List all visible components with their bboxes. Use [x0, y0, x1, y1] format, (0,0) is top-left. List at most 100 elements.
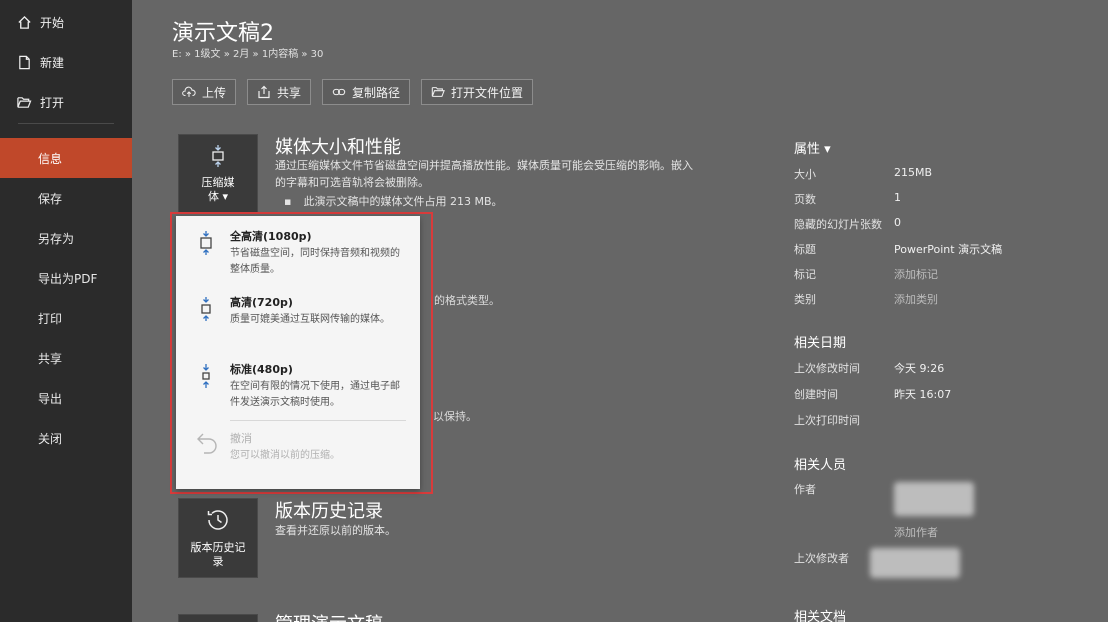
menu-item-full-hd[interactable]: 全高清(1080p) 节省磁盘空间，同时保持音频和视频的整体质量。	[176, 220, 420, 286]
menu-item-standard[interactable]: 标准(480p) 在空间有限的情况下使用，通过电子邮件发送演示文稿时使用。	[176, 353, 420, 419]
add-author-link[interactable]: 添加作者	[894, 524, 938, 540]
property-label: 标题	[794, 243, 816, 256]
upload-label: 上传	[202, 85, 227, 100]
sidebar-item-export[interactable]: 导出	[0, 378, 132, 418]
sidebar-item-label: 关闭	[38, 431, 63, 446]
property-label: 类别	[794, 293, 816, 306]
date-row: 创建时间 昨天 16:07	[794, 386, 1094, 406]
home-icon	[16, 14, 32, 30]
page-title: 演示文稿2	[172, 21, 274, 46]
share-label: 共享	[277, 85, 302, 100]
compress-media-button[interactable]: 压缩媒 体 ▾	[178, 134, 258, 214]
property-label: 页数	[794, 193, 816, 206]
cloud-upload-icon	[182, 85, 196, 99]
copy-path-button[interactable]: 复制路径	[322, 79, 411, 105]
add-category-field[interactable]: 添加类别	[894, 291, 938, 307]
sidebar-divider	[18, 123, 114, 124]
menu-item-title: 全高清(1080p)	[230, 230, 312, 243]
related-dates-heading: 相关日期	[794, 336, 847, 351]
menu-item-desc: 您可以撤消以前的压缩。	[230, 450, 340, 461]
folder-open-icon	[431, 85, 445, 99]
menu-item-title: 标准(480p)	[230, 363, 293, 376]
undo-icon	[194, 430, 220, 460]
share-button[interactable]: 共享	[247, 79, 312, 105]
new-file-icon	[16, 54, 32, 70]
add-author-row: 添加作者	[794, 524, 1094, 544]
sidebar-item-info[interactable]: 信息	[0, 138, 132, 178]
partially-hidden-text: 的格式类型。	[434, 294, 500, 307]
property-row: 页数 1	[794, 191, 1094, 211]
link-icon	[332, 85, 346, 99]
sidebar-item-label: 导出	[38, 391, 63, 406]
property-label: 隐藏的幻灯片张数	[794, 218, 882, 231]
date-row: 上次修改时间 今天 9:26	[794, 360, 1094, 380]
date-value: 今天 9:26	[894, 362, 945, 375]
menu-item-desc: 在空间有限的情况下使用，通过电子邮件发送演示文稿时使用。	[230, 381, 400, 408]
history-clock-icon	[205, 507, 231, 537]
open-file-location-button[interactable]: 打开文件位置	[421, 79, 534, 105]
desc-line: 通过压缩媒体文件节省磁盘空间并提高播放性能。媒体质量可能会受压缩的影响。嵌入	[275, 159, 693, 172]
sidebar-item-share[interactable]: 共享	[0, 338, 132, 378]
properties-heading[interactable]: 属性 ▾	[794, 138, 831, 157]
property-row: 隐藏的幻灯片张数 0	[794, 216, 1094, 236]
sidebar-item-save[interactable]: 保存	[0, 178, 132, 218]
tile-label: 体 ▾	[207, 189, 229, 203]
tile-label: 压缩媒	[201, 176, 235, 190]
media-usage-line: ▪ 此演示文稿中的媒体文件占用 213 MB。	[284, 193, 503, 209]
compress-media-icon	[208, 144, 228, 172]
file-toolbar: 上传 共享 复制路径 打开文件位置	[172, 79, 534, 105]
sidebar-item-save-as[interactable]: 另存为	[0, 218, 132, 258]
compress-media-menu: 全高清(1080p) 节省磁盘空间，同时保持音频和视频的整体质量。 高清(720…	[176, 216, 420, 489]
sidebar-item-home[interactable]: 开始	[0, 2, 132, 42]
sidebar-item-print[interactable]: 打印	[0, 298, 132, 338]
sidebar-item-close[interactable]: 关闭	[0, 418, 132, 458]
desc-line: 的字幕和可选音轨将会被删除。	[275, 175, 429, 189]
author-label: 作者	[794, 483, 816, 496]
menu-item-title: 撤消	[230, 432, 252, 445]
date-label: 创建时间	[794, 388, 838, 401]
version-history-desc: 查看并还原以前的版本。	[275, 524, 396, 537]
file-path: E: » 1级文 » 2月 » 1内容稿 » 30	[172, 49, 324, 60]
date-value: 昨天 16:07	[894, 388, 952, 401]
last-modified-by-label: 上次修改者	[794, 552, 849, 565]
version-history-title: 版本历史记录	[275, 501, 383, 522]
upload-button[interactable]: 上传	[172, 79, 237, 105]
property-value: 0	[894, 216, 901, 229]
property-value: 215MB	[894, 166, 933, 179]
menu-item-title: 高清(720p)	[230, 296, 293, 309]
add-tags-field[interactable]: 添加标记	[894, 266, 938, 282]
folder-open-icon	[16, 94, 32, 110]
sidebar-item-label: 新建	[40, 55, 65, 70]
sidebar-item-export-pdf[interactable]: 导出为PDF	[0, 258, 132, 298]
sidebar-item-label: 打印	[38, 311, 63, 326]
author-avatar	[894, 482, 974, 516]
backstage-sidebar: 开始 新建 打开 信息 保存 另存为 导出为PDF 打印 共享 导出 关闭	[0, 0, 132, 622]
date-label: 上次打印时间	[794, 414, 860, 427]
media-usage-text: 此演示文稿中的媒体文件占用 213 MB。	[303, 195, 503, 208]
sidebar-item-new[interactable]: 新建	[0, 42, 132, 82]
menu-item-hd[interactable]: 高清(720p) 质量可媲美通过互联网传输的媒体。	[176, 286, 420, 352]
manage-presentation-button[interactable]	[178, 614, 258, 622]
property-row: 标题 PowerPoint 演示文稿	[794, 241, 1094, 261]
date-row: 上次打印时间	[794, 412, 1094, 432]
tile-label: 录	[212, 554, 224, 568]
share-icon	[257, 85, 271, 99]
sidebar-item-label: 共享	[38, 351, 63, 366]
media-section-title: 媒体大小和性能	[275, 137, 401, 158]
copy-path-label: 复制路径	[352, 85, 401, 100]
partially-hidden-text: 以保持。	[433, 410, 477, 423]
menu-item-desc: 质量可媲美通过互联网传输的媒体。	[230, 314, 390, 325]
sidebar-item-label: 导出为PDF	[38, 271, 98, 286]
sidebar-item-label: 信息	[38, 151, 63, 166]
menu-item-undo[interactable]: 撤消 您可以撤消以前的压缩。	[176, 422, 420, 482]
manage-presentation-title: 管理演示文稿	[275, 610, 383, 622]
open-location-label: 打开文件位置	[451, 85, 524, 100]
version-history-button[interactable]: 版本历史记 录	[178, 498, 258, 578]
compress-media-icon	[198, 296, 214, 326]
bullet: ▪	[284, 195, 292, 208]
property-row: 大小 215MB	[794, 166, 1094, 186]
property-value: PowerPoint 演示文稿	[894, 243, 1003, 256]
menu-item-desc: 节省磁盘空间，同时保持音频和视频的整体质量。	[230, 248, 400, 275]
sidebar-item-open[interactable]: 打开	[0, 82, 132, 122]
sidebar-item-label: 另存为	[38, 231, 75, 246]
